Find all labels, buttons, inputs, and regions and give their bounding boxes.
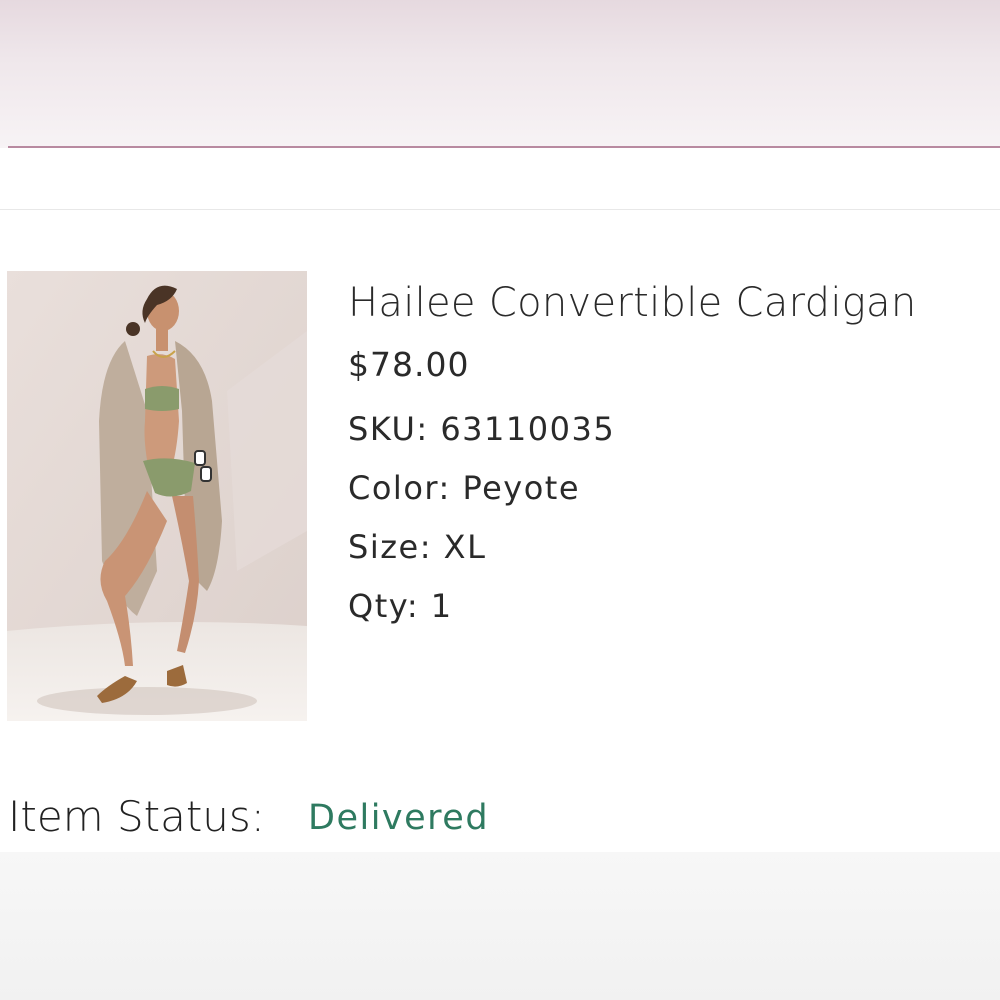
footer-band [0, 852, 1000, 1000]
sku-row: SKU: 63110035 [348, 400, 988, 459]
header-band [0, 0, 1000, 148]
color-row: Color: Peyote [348, 459, 988, 518]
product-image[interactable] [7, 271, 307, 721]
size-row: Size: XL [348, 518, 988, 577]
section-divider [0, 209, 1000, 210]
color-label: Color: [348, 469, 451, 507]
item-status-row: Item Status: Delivered [8, 785, 998, 849]
item-status-label: Item Status: [8, 792, 265, 841]
item-status-value: Delivered [308, 798, 490, 838]
qty-row: Qty: 1 [348, 577, 988, 636]
product-photo [7, 271, 307, 721]
qty-value: 1 [430, 587, 453, 625]
color-value: Peyote [462, 469, 581, 507]
qty-label: Qty: [348, 587, 420, 625]
size-label: Size: [348, 528, 432, 566]
sku-value: 63110035 [440, 410, 616, 448]
sku-label: SKU: [348, 410, 429, 448]
product-price: $78.00 [348, 345, 470, 384]
size-value: XL [443, 528, 487, 566]
product-title[interactable]: Hailee Convertible Cardigan [348, 272, 988, 334]
product-details: Hailee Convertible Cardigan $78.00 SKU: … [348, 272, 988, 636]
